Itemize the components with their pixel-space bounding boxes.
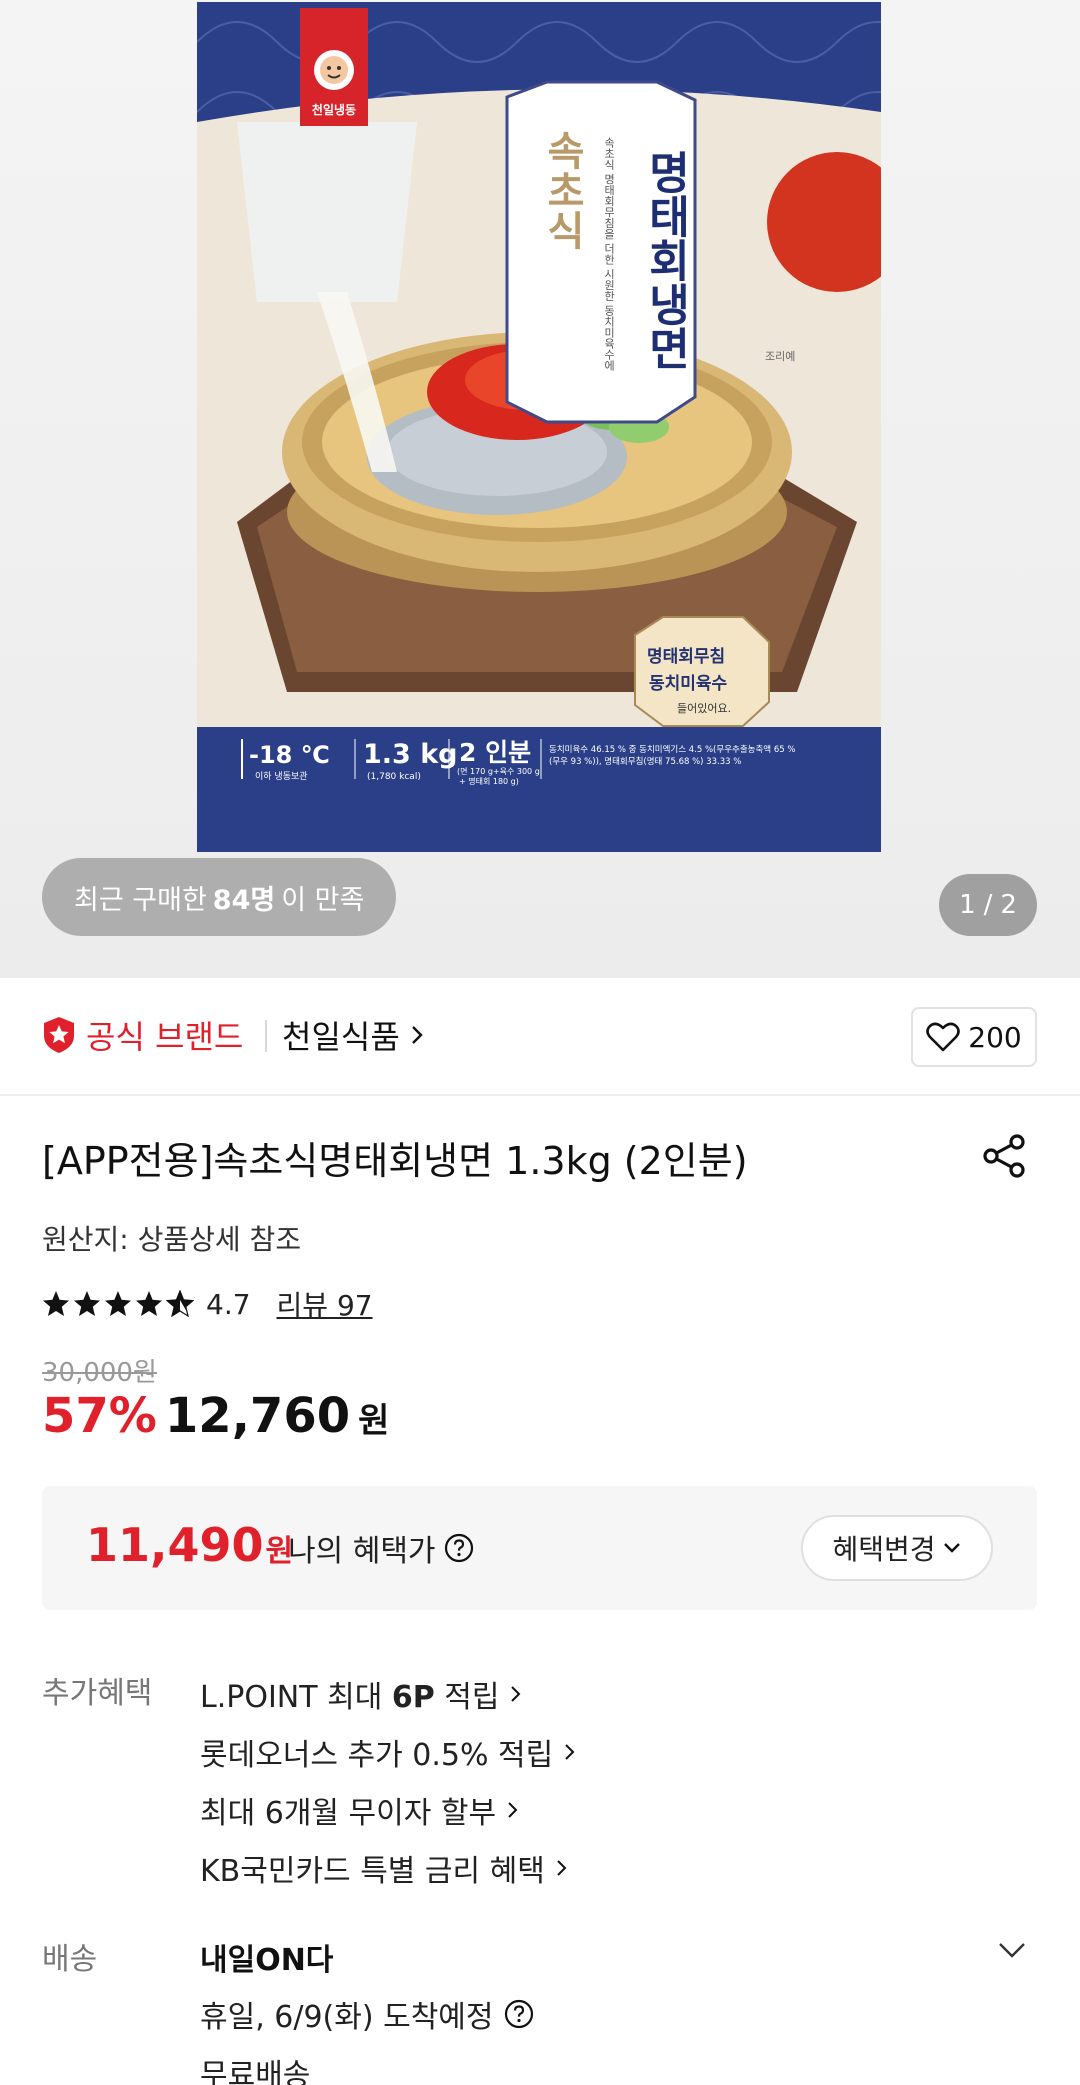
package-weight-sub: (1,780 kcal) — [367, 772, 421, 782]
rating-score: 4.7 — [206, 1287, 251, 1321]
extra-item-label: 최대 6개월 무이자 할부 — [200, 1796, 497, 1831]
product-image-carousel[interactable]: 명태회냉면 속초식 속초식 명태회무침을 더한 시원한 동치미육수에 조리예 명… — [0, 0, 1080, 978]
chevron-right-icon — [557, 1860, 567, 1876]
benefit-change-label: 혜택변경 — [832, 1533, 936, 1566]
discount-rate: 57% — [42, 1388, 157, 1444]
chevron-right-icon — [411, 1026, 423, 1044]
sticker-line1: 명태회무침 — [647, 646, 725, 667]
package-servings-sub2: + 명태회 180 g) — [459, 776, 519, 786]
rating-row: 4.7 리뷰 97 — [42, 1284, 373, 1324]
satisfied-prefix: 최근 구매한 — [74, 884, 207, 916]
image-page-indicator: 1 / 2 — [939, 874, 1037, 936]
official-brand-badge: 공식 브랜드 — [42, 1012, 243, 1058]
star-icon — [105, 1291, 131, 1316]
extra-benefit-kbcard[interactable]: KB국민카드 특별 금리 혜택 — [200, 1839, 577, 1897]
extra-benefit-lpoint[interactable]: L.POINT 최대 6P 적립 — [200, 1665, 577, 1723]
shipping-arrival-text: 휴일, 6/9(화) 도착예정 — [200, 2000, 494, 2035]
like-count: 200 — [968, 1020, 1022, 1054]
star-icon — [74, 1291, 100, 1316]
star-icon — [136, 1291, 162, 1316]
package-servings-sub: (면 170 g+육수 300 g — [457, 766, 540, 776]
like-button[interactable]: 200 — [911, 1007, 1037, 1067]
brand-logo-icon: 천일냉동 — [300, 8, 368, 126]
satisfied-buyers-pill: 최근 구매한 84명 이 만족 — [42, 858, 397, 936]
package-weight: 1.3 kg — [363, 739, 458, 770]
sale-price-unit: 원 — [358, 1401, 390, 1441]
package-servings: 2 인분 — [459, 738, 531, 767]
question-circle-icon[interactable] — [444, 1533, 474, 1563]
extra-benefit-lotteowners[interactable]: 롯데오너스 추가 0.5% 적립 — [200, 1723, 577, 1781]
package-corner-badge: 조리예 — [765, 350, 795, 363]
rating-stars — [42, 1290, 194, 1318]
shipping-title: 내일ON다 — [200, 1943, 334, 1978]
shipping-label: 배송 — [42, 1942, 98, 1977]
benefit-price: 11,490 원 — [86, 1518, 293, 1572]
star-badge-icon — [44, 1017, 74, 1053]
chevron-down-icon — [943, 1543, 960, 1553]
extra-item-post: 적립 — [434, 1680, 500, 1715]
chevron-right-icon — [565, 1744, 575, 1760]
original-price: 30,000원 — [42, 1358, 157, 1388]
benefit-label[interactable]: 나의 혜택가 — [288, 1526, 474, 1570]
brand-name: 천일식품 — [282, 1018, 400, 1056]
question-circle-icon[interactable] — [504, 1999, 534, 2029]
brand-logo-text: 천일냉동 — [312, 102, 356, 117]
product-title: [APP전용]속초식명태회냉면 1.3kg (2인분) — [42, 1139, 748, 1183]
benefit-label-text: 나의 혜택가 — [288, 1534, 436, 1569]
package-title: 명태회냉면 — [640, 150, 691, 370]
extra-item-label: 롯데오너스 추가 0.5% 적립 — [200, 1738, 554, 1773]
page-total: 2 — [1000, 890, 1017, 920]
package-ingredients-2: (무우 93 %)), 명태회무침(명태 75.68 %) 33.33 % — [549, 756, 741, 767]
satisfied-suffix: 이 만족 — [281, 884, 365, 916]
page-separator: / — [983, 890, 993, 920]
benefit-price-value: 11,490 — [86, 1518, 264, 1572]
official-brand-label: 공식 브랜드 — [86, 1018, 244, 1056]
price-row: 57% 12,760 원 — [42, 1388, 389, 1444]
extra-benefits-label: 추가혜택 — [42, 1676, 153, 1711]
product-package-image: 명태회냉면 속초식 속초식 명태회무침을 더한 시원한 동치미육수에 조리예 명… — [197, 2, 881, 852]
brand-divider — [265, 1020, 267, 1052]
chevron-down-icon[interactable] — [996, 1938, 1028, 1962]
satisfied-count: 84명 — [212, 884, 276, 916]
sticker-line2: 동치미육수 — [649, 674, 728, 694]
package-subtitle: 속초식 — [539, 130, 585, 250]
extra-benefit-installment[interactable]: 최대 6개월 무이자 할부 — [200, 1781, 577, 1839]
shipping-fee: 무료배송 — [200, 2058, 311, 2085]
page-current: 1 — [959, 890, 976, 920]
brand-name-link[interactable]: 천일식품 — [282, 1012, 424, 1058]
origin-info: 원산지: 상품상세 참조 — [42, 1223, 302, 1256]
star-half-icon — [166, 1290, 194, 1318]
review-link[interactable]: 리뷰 97 — [277, 1284, 373, 1324]
extra-item-bold: 6P — [391, 1680, 435, 1715]
sale-price: 12,760 — [164, 1388, 351, 1444]
extra-benefits-list: L.POINT 최대 6P 적립 롯데오너스 추가 0.5% 적립 최대 6개월… — [200, 1665, 577, 1897]
chevron-right-icon — [511, 1686, 521, 1702]
package-ingredients-1: 동치미육수 46.15 % 중 동치미엑기스 4.5 %(무우추출농축액 65 … — [549, 744, 795, 755]
package-desc: 속초식 명태회무침을 더한 시원한 동치미육수에 — [603, 137, 616, 372]
shipping-info: 내일ON다 휴일, 6/9(화) 도착예정 무료배송 — [200, 1929, 534, 2085]
sticker-line3: 들어있어요. — [677, 702, 731, 715]
chevron-right-icon — [508, 1802, 518, 1818]
package-temp-sub: 이하 냉동보관 — [255, 771, 308, 782]
share-icon[interactable] — [980, 1132, 1028, 1180]
heart-icon — [926, 1022, 961, 1052]
extra-item-pre: L.POINT 최대 — [200, 1680, 392, 1715]
package-temp: -18 ℃ — [249, 741, 330, 769]
extra-item-label: KB국민카드 특별 금리 혜택 — [200, 1854, 545, 1889]
shipping-arrival: 휴일, 6/9(화) 도착예정 — [200, 1985, 534, 2043]
star-icon — [43, 1291, 69, 1316]
benefit-change-button[interactable]: 혜택변경 — [801, 1515, 993, 1581]
